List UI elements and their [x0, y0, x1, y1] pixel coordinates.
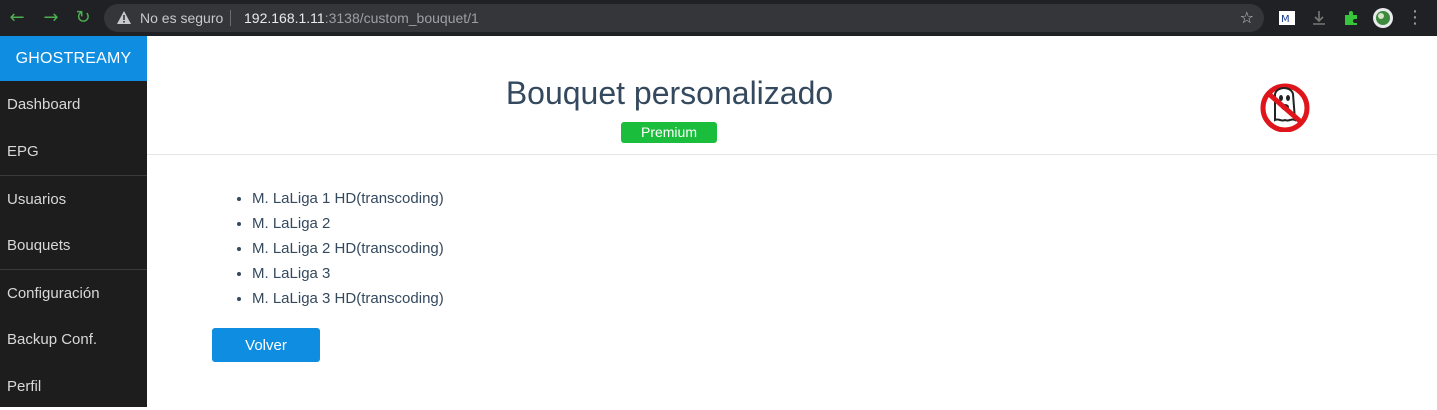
download-icon[interactable]: [1310, 9, 1328, 27]
omnibox-divider: [230, 10, 231, 26]
sidebar-item-dashboard[interactable]: Dashboard: [0, 81, 147, 128]
back-arrow-icon[interactable]: ←: [6, 7, 28, 29]
main-content: Bouquet personalizado Premium M. LaLiga …: [147, 36, 1437, 407]
list-item: M. LaLiga 2 HD(transcoding): [252, 236, 444, 261]
url-text[interactable]: 192.168.1.11:3138/custom_bouquet/1: [244, 10, 479, 26]
page-header: Bouquet personalizado Premium: [147, 36, 1437, 155]
sidebar-item-configuracion[interactable]: Configuración: [0, 269, 147, 316]
ghostbusters-logo-icon: [1260, 83, 1310, 132]
sidebar-item-backup-conf[interactable]: Backup Conf.: [0, 316, 147, 363]
browser-toolbar: ← → ↻ No es seguro 192.168.1.11:3138/cus…: [0, 0, 1437, 36]
list-item: M. LaLiga 2: [252, 211, 444, 236]
url-host: 192.168.1.11: [244, 10, 325, 26]
address-bar[interactable]: No es seguro 192.168.1.11:3138/custom_bo…: [104, 4, 1264, 32]
profile-avatar-icon[interactable]: [1373, 8, 1393, 28]
page-title: Bouquet personalizado: [505, 75, 834, 111]
sidebar-item-epg[interactable]: EPG: [0, 128, 147, 175]
sidebar-item-usuarios[interactable]: Usuarios: [0, 175, 147, 222]
list-item: M. LaLiga 3 HD(transcoding): [252, 286, 444, 311]
warning-icon[interactable]: [116, 10, 132, 26]
brand-logo-text[interactable]: GHOSTREAMY: [0, 36, 147, 81]
sidebar-item-perfil[interactable]: Perfil: [0, 363, 147, 410]
plan-badge: Premium: [621, 122, 717, 143]
back-button[interactable]: Volver: [212, 328, 320, 362]
sidebar: GHOSTREAMY Dashboard EPG Usuarios Bouque…: [0, 36, 147, 407]
sidebar-item-bouquets[interactable]: Bouquets: [0, 222, 147, 269]
channel-list: M. LaLiga 1 HD(transcoding) M. LaLiga 2 …: [230, 186, 444, 311]
list-item: M. LaLiga 3: [252, 261, 444, 286]
url-path: :3138/custom_bouquet/1: [324, 10, 479, 26]
bookmark-star-icon[interactable]: ☆: [1240, 8, 1254, 27]
forward-arrow-icon[interactable]: →: [40, 7, 62, 29]
list-item: M. LaLiga 1 HD(transcoding): [252, 186, 444, 211]
puzzle-extension-icon[interactable]: [1342, 9, 1360, 27]
browser-menu-icon[interactable]: ⋮: [1404, 7, 1426, 29]
security-status[interactable]: No es seguro: [140, 10, 223, 26]
extension-mail-icon[interactable]: M: [1278, 9, 1296, 27]
svg-text:M: M: [1281, 14, 1290, 25]
reload-icon[interactable]: ↻: [72, 7, 94, 29]
